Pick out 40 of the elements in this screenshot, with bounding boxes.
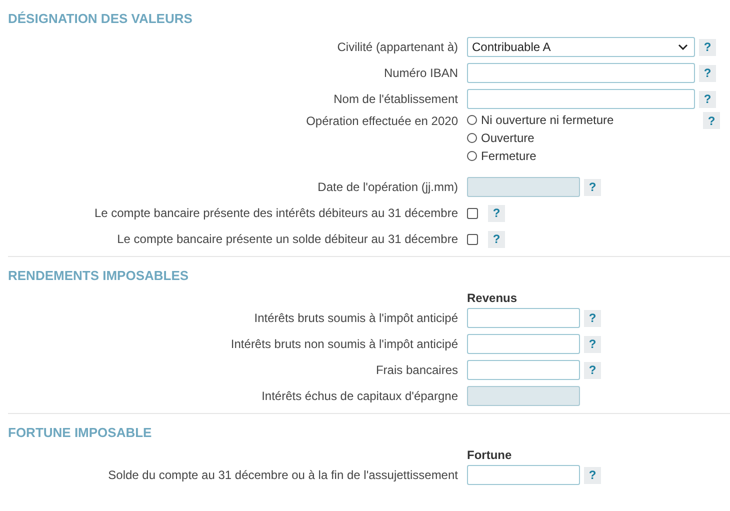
radio-option[interactable]: Ouverture: [467, 130, 695, 146]
field-label: Opération effectuée en 2020: [306, 114, 458, 128]
input-field[interactable]: [467, 465, 580, 485]
column-header: Fortune: [467, 448, 512, 462]
help-button[interactable]: ?: [703, 112, 720, 129]
field-label: Intérêts échus de capitaux d'épargne: [262, 389, 458, 403]
help-button[interactable]: ?: [584, 362, 601, 378]
field-label: Civilité (appartenant à): [337, 40, 458, 54]
dropdown[interactable]: Contribuable A: [467, 37, 695, 57]
field-label: Le compte bancaire présente des intérêts débiteurs au 31 décembre: [94, 206, 458, 220]
field-label: Nom de l'établissement: [334, 92, 458, 106]
chevron-down-icon: [678, 44, 688, 50]
column-header: Revenus: [467, 291, 518, 305]
checkbox[interactable]: [467, 234, 478, 244]
field-label: Numéro IBAN: [384, 66, 458, 80]
radio-option[interactable]: Ni ouverture ni fermeture: [467, 112, 695, 128]
help-button[interactable]: ?: [699, 90, 716, 108]
field-label: Intérêts bruts non soumis à l'impôt anticipé: [230, 337, 458, 351]
radio-option[interactable]: Fermeture: [467, 148, 695, 164]
input-field[interactable]: [467, 308, 580, 328]
section-heading: DÉSIGNATION DES VALEURS: [8, 10, 194, 28]
section-heading: RENDEMENTS IMPOSABLES: [8, 267, 190, 285]
help-button[interactable]: ?: [584, 336, 601, 352]
section-heading: FORTUNE IMPOSABLE: [8, 424, 153, 442]
field-label: Date de l'opération (jj.mm): [318, 180, 458, 194]
help-button[interactable]: ?: [584, 466, 601, 484]
help-button[interactable]: ?: [488, 204, 505, 222]
field-label: Frais bancaires: [376, 363, 458, 377]
checkbox[interactable]: [467, 208, 478, 218]
input-field[interactable]: [467, 89, 695, 109]
input-field[interactable]: [467, 63, 695, 83]
help-button[interactable]: ?: [584, 310, 601, 326]
help-button[interactable]: ?: [699, 38, 716, 56]
help-button[interactable]: ?: [488, 230, 505, 248]
field-label: Intérêts bruts soumis à l'impôt anticipé: [254, 311, 458, 325]
input-field[interactable]: [467, 360, 580, 380]
field-label: Le compte bancaire présente un solde débiteur au 31 décembre: [117, 232, 458, 246]
help-button[interactable]: ?: [699, 64, 716, 82]
input-field[interactable]: [467, 334, 580, 354]
field-label: Solde du compte au 31 décembre ou à la fin de l'assujettissement: [108, 468, 458, 482]
